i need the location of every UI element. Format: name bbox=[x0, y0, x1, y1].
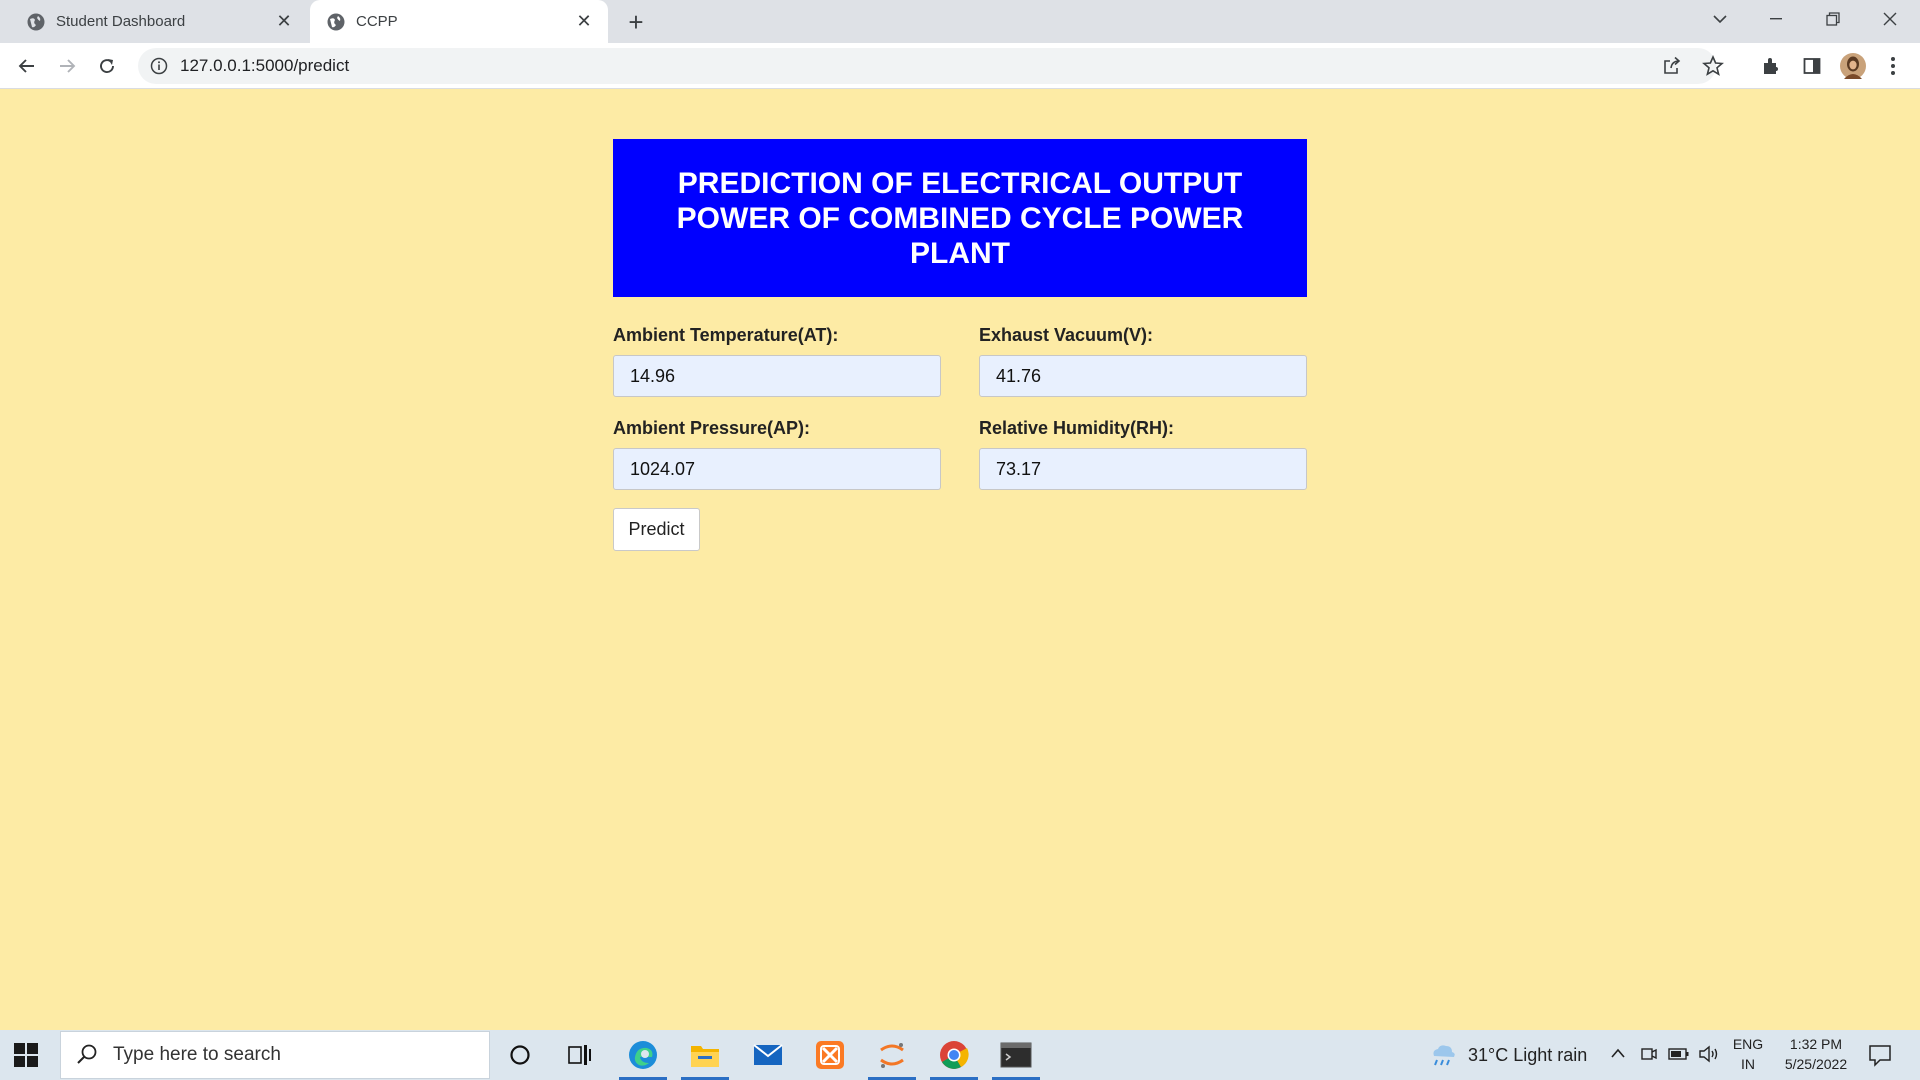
exhaust-vacuum-label: Exhaust Vacuum(V): bbox=[979, 325, 1154, 345]
bookmark-star-icon[interactable] bbox=[1702, 55, 1724, 77]
url-text: 127.0.0.1:5000/predict bbox=[180, 56, 350, 75]
page-title: PREDICTION OF ELECTRICAL OUTPUT POWER OF… bbox=[676, 166, 1244, 270]
exhaust-vacuum-input[interactable] bbox=[979, 355, 1307, 397]
meet-now-icon[interactable] bbox=[1640, 1044, 1658, 1064]
search-placeholder: Type here to search bbox=[113, 1044, 281, 1065]
file-explorer-icon[interactable] bbox=[681, 1037, 729, 1080]
mail-icon[interactable] bbox=[750, 1037, 786, 1073]
tab-ccpp[interactable]: CCPP ✕ bbox=[310, 0, 608, 43]
browser-toolbar: 127.0.0.1:5000/predict bbox=[0, 43, 1920, 89]
predict-button[interactable]: Predict bbox=[613, 508, 700, 551]
reload-button[interactable] bbox=[92, 51, 122, 81]
address-bar[interactable]: 127.0.0.1:5000/predict bbox=[138, 48, 1724, 84]
weather-rain-icon[interactable] bbox=[1428, 1042, 1458, 1068]
jupyter-icon[interactable] bbox=[868, 1037, 916, 1080]
notification-center-icon[interactable] bbox=[1868, 1043, 1892, 1067]
share-icon[interactable] bbox=[1662, 56, 1682, 76]
tab-title: CCPP bbox=[356, 13, 398, 30]
weather-text[interactable]: 31°C Light rain bbox=[1468, 1045, 1587, 1066]
xampp-icon[interactable] bbox=[812, 1037, 848, 1073]
cortana-icon[interactable] bbox=[502, 1037, 538, 1073]
title-banner: PREDICTION OF ELECTRICAL OUTPUT POWER OF… bbox=[613, 139, 1307, 297]
battery-icon[interactable] bbox=[1668, 1046, 1690, 1062]
volume-icon[interactable] bbox=[1698, 1044, 1720, 1064]
terminal-icon[interactable] bbox=[992, 1037, 1040, 1080]
search-icon bbox=[77, 1044, 97, 1064]
task-view-icon[interactable] bbox=[562, 1037, 598, 1073]
clock-time: 1:32 PM bbox=[1789, 1036, 1843, 1052]
chevron-up-icon[interactable] bbox=[1610, 1047, 1626, 1059]
restore-button[interactable] bbox=[1805, 0, 1861, 38]
windows-taskbar: Type here to search 31°C Light rain ENG … bbox=[0, 1030, 1920, 1080]
relative-humidity-label: Relative Humidity(RH): bbox=[979, 418, 1175, 438]
new-tab-button[interactable]: + bbox=[622, 7, 650, 37]
language-code: ENG bbox=[1732, 1036, 1764, 1052]
side-panel-icon[interactable] bbox=[1799, 53, 1825, 79]
clock[interactable]: 1:32 PM 5/25/2022 bbox=[1772, 1036, 1860, 1072]
ambient-pressure-label: Ambient Pressure(AP): bbox=[613, 418, 811, 438]
close-tab-icon[interactable]: ✕ bbox=[574, 11, 594, 31]
globe-icon bbox=[327, 13, 345, 30]
tab-student-dashboard[interactable]: Student Dashboard ✕ bbox=[0, 0, 308, 43]
close-tab-icon[interactable]: ✕ bbox=[274, 11, 294, 31]
taskbar-search-box[interactable]: Type here to search bbox=[60, 1031, 490, 1079]
close-window-button[interactable] bbox=[1862, 0, 1918, 38]
back-button[interactable] bbox=[12, 51, 42, 81]
profile-avatar[interactable] bbox=[1840, 53, 1866, 79]
ambient-temperature-label: Ambient Temperature(AT): bbox=[613, 325, 839, 345]
info-icon[interactable] bbox=[150, 57, 168, 75]
forward-button[interactable] bbox=[52, 51, 82, 81]
windows-start-icon[interactable] bbox=[14, 1043, 38, 1067]
ambient-pressure-input[interactable] bbox=[613, 448, 941, 490]
minimize-button[interactable] bbox=[1748, 0, 1804, 38]
ambient-temperature-input[interactable] bbox=[613, 355, 941, 397]
tab-search-icon[interactable] bbox=[1692, 0, 1748, 38]
tab-strip: Student Dashboard ✕ CCPP ✕ + bbox=[0, 0, 1920, 43]
clock-date: 5/25/2022 bbox=[1784, 1056, 1848, 1072]
globe-icon bbox=[27, 13, 45, 30]
extensions-icon[interactable] bbox=[1758, 53, 1784, 79]
relative-humidity-input[interactable] bbox=[979, 448, 1307, 490]
page-content: PREDICTION OF ELECTRICAL OUTPUT POWER OF… bbox=[0, 90, 1920, 1030]
chrome-menu-icon[interactable] bbox=[1880, 53, 1906, 79]
edge-icon[interactable] bbox=[619, 1037, 667, 1080]
tab-title: Student Dashboard bbox=[56, 13, 186, 30]
keyboard-region: IN bbox=[1741, 1056, 1755, 1072]
chrome-icon[interactable] bbox=[930, 1037, 978, 1080]
language-indicator[interactable]: ENG IN bbox=[1730, 1036, 1766, 1072]
